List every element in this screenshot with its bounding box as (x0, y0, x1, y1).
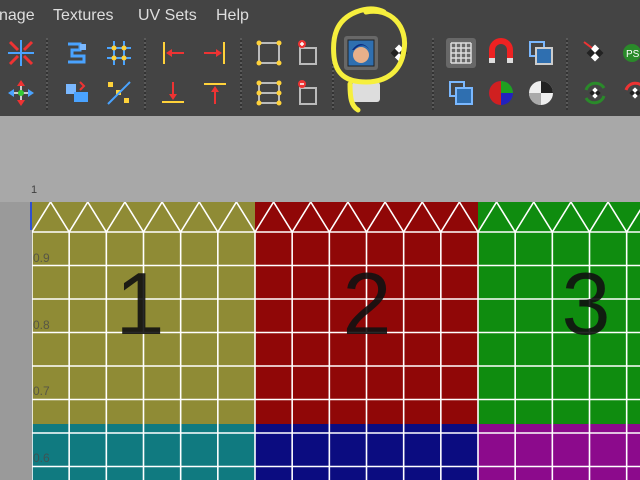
v-tick-0.8: 0.8 (33, 318, 50, 332)
flip-icon[interactable] (580, 38, 610, 68)
uv-tile-number-1: 1 (116, 254, 165, 353)
v-tick-0.9: 0.9 (33, 251, 50, 265)
update-psd-icon[interactable] (620, 78, 640, 108)
uv-editor-header (0, 116, 640, 202)
toolbar-separator (240, 38, 242, 110)
toolbar-separator (566, 38, 568, 110)
cut-uv-icon[interactable] (6, 38, 36, 68)
rgb-channels-icon[interactable] (486, 78, 516, 108)
uv-texture[interactable]: 1 2 3 (32, 202, 640, 480)
photoshop-icon[interactable]: PS (620, 38, 640, 68)
alpha-channel-icon[interactable] (526, 78, 556, 108)
menu-uv-sets[interactable]: UV Sets (138, 7, 197, 25)
highlight-circle (331, 6, 408, 113)
align-icon[interactable] (104, 78, 134, 108)
u-ruler-label: 1 (31, 184, 38, 196)
menu-image[interactable]: nage (0, 7, 35, 25)
ps-badge-text: PS (626, 49, 640, 60)
pixel-snap-icon[interactable] (526, 38, 556, 68)
menu-textures[interactable]: Textures (53, 7, 113, 25)
layout-icon[interactable] (104, 38, 134, 68)
select-shell-icon[interactable] (254, 38, 284, 68)
magnet-icon[interactable] (486, 38, 516, 68)
grid-icon[interactable] (446, 38, 476, 68)
v-tick-0.6: 0.6 (33, 451, 50, 465)
toolbar-separator (46, 38, 48, 110)
select-border-icon[interactable] (254, 78, 284, 108)
uv-tile-3 (478, 202, 640, 424)
uv-tile-number-2: 2 (343, 254, 392, 353)
uv-tile-number-3: 3 (562, 254, 611, 353)
toolbar-separator (144, 38, 146, 110)
v-tick-0.7: 0.7 (33, 384, 50, 398)
align-bottom-icon[interactable] (158, 78, 188, 108)
menu-help[interactable]: Help (216, 7, 249, 25)
toolbar-separator (432, 38, 434, 110)
align-right-icon[interactable] (200, 38, 230, 68)
shaded-uv-icon[interactable] (446, 78, 476, 108)
unfold-icon[interactable] (62, 38, 92, 68)
move-icon[interactable] (6, 78, 36, 108)
stack-shells-icon[interactable] (62, 78, 92, 108)
align-left-icon[interactable] (158, 38, 188, 68)
refresh-texture-icon[interactable] (580, 78, 610, 108)
align-top-icon[interactable] (200, 78, 230, 108)
